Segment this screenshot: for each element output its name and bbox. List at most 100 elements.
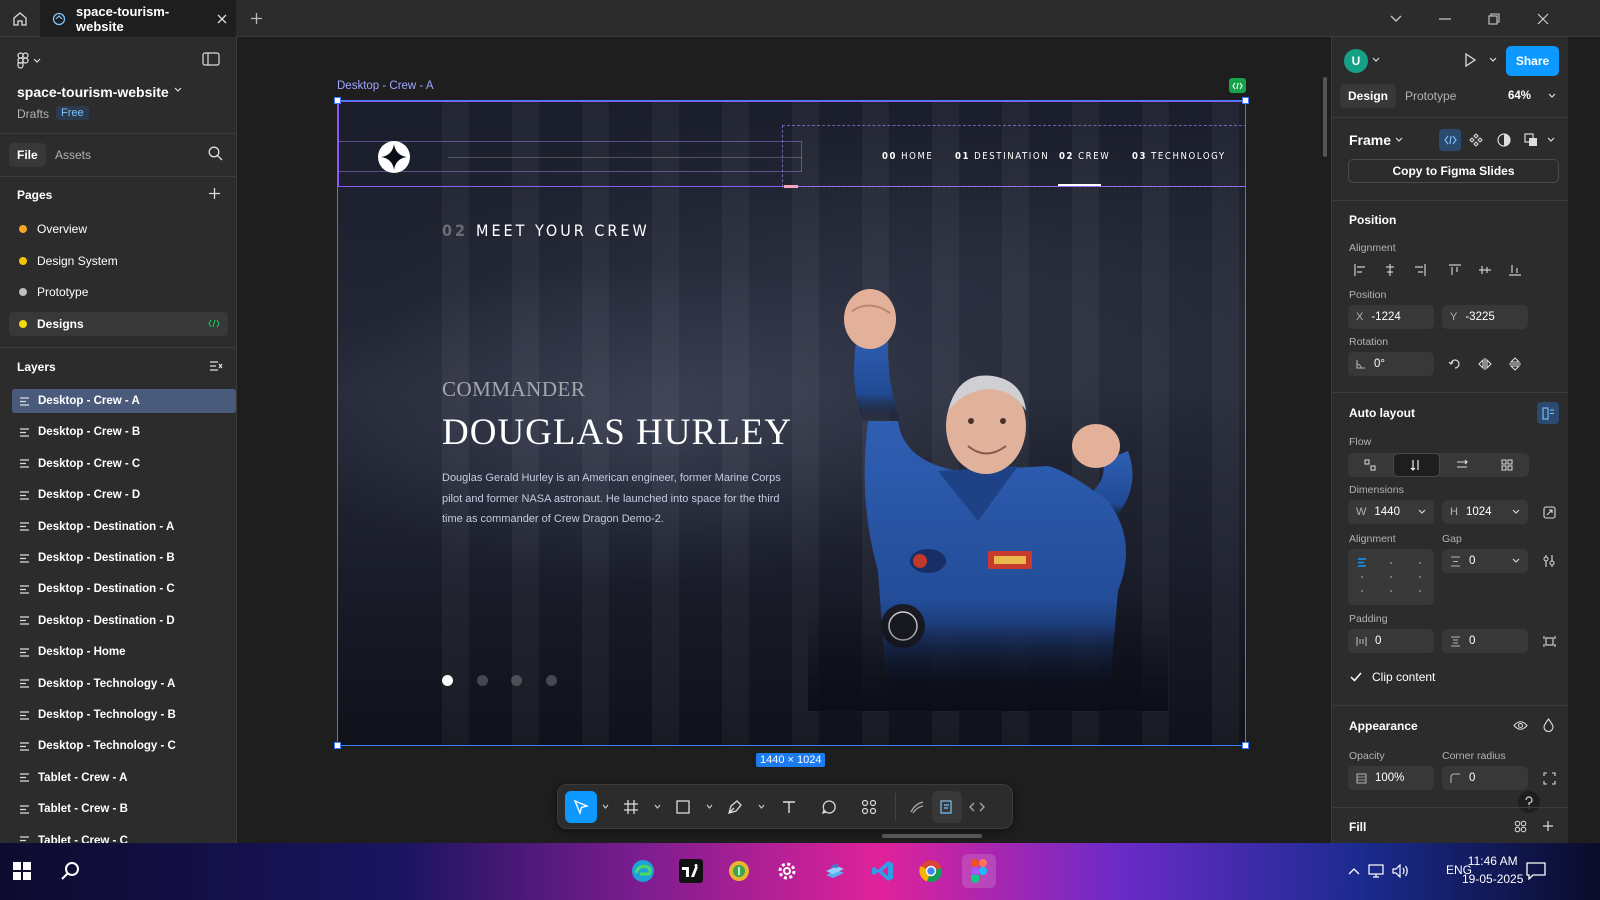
restore-button[interactable] [1470, 0, 1518, 37]
horizontal-scrollbar[interactable] [882, 834, 982, 838]
toggle-sidebar-button[interactable] [202, 51, 222, 71]
align-vertical-center-button[interactable] [1473, 258, 1497, 282]
add-fill-button[interactable] [1536, 814, 1560, 838]
project-menu-chevron[interactable] [174, 87, 182, 93]
home-button[interactable] [0, 0, 40, 37]
tabs-dropdown-button[interactable] [1372, 0, 1420, 37]
tradingview-app[interactable] [674, 854, 708, 888]
draw-mode-button[interactable] [902, 791, 932, 823]
comment-tool-button[interactable] [809, 791, 849, 823]
collapse-layers-button[interactable] [209, 360, 223, 372]
clock[interactable]: 11:46 AM 19-05-2025 [1462, 852, 1523, 888]
close-window-button[interactable] [1519, 0, 1567, 37]
tab-file[interactable]: File [9, 143, 46, 167]
rotate-90-button[interactable] [1443, 352, 1467, 376]
individual-padding-button[interactable] [1537, 629, 1561, 653]
resize-handle[interactable] [334, 97, 341, 104]
copy-to-slides-button[interactable]: Copy to Figma Slides [1348, 159, 1559, 183]
page-item-prototype[interactable]: Prototype [9, 280, 228, 304]
help-button[interactable] [1518, 791, 1540, 813]
resize-handle[interactable] [1242, 742, 1249, 749]
file-tab-active[interactable]: space-tourism-website [40, 0, 236, 37]
layer-item[interactable]: Desktop - Crew - B [12, 420, 236, 444]
actions-button[interactable] [849, 791, 889, 823]
width-field[interactable]: W 1440 [1348, 500, 1434, 524]
settings-app[interactable] [770, 854, 804, 888]
zoom-menu-chevron[interactable] [1548, 93, 1556, 99]
shape-tool-button[interactable] [665, 791, 701, 823]
pen-tool-menu[interactable] [753, 791, 769, 823]
corner-radius-field[interactable]: 0 [1442, 766, 1528, 790]
avatar[interactable]: U [1344, 49, 1368, 73]
nav-link-crew[interactable]: 02 CREW [1059, 151, 1110, 162]
height-field[interactable]: H 1024 [1442, 500, 1528, 524]
minimize-button[interactable] [1421, 0, 1469, 37]
layer-item[interactable]: Tablet - Crew - C [12, 829, 236, 843]
boolean-menu-chevron[interactable] [1547, 137, 1555, 143]
page-item-designs[interactable]: Designs [9, 311, 228, 336]
autolayout-settings-button[interactable] [1537, 549, 1561, 573]
vertical-scrollbar[interactable] [1323, 77, 1327, 157]
gap-field[interactable]: 0 [1442, 549, 1528, 573]
search-button[interactable] [54, 854, 88, 888]
y-position-field[interactable]: Y -3225 [1442, 305, 1528, 329]
carousel-dot[interactable] [442, 675, 453, 686]
tray-overflow-button[interactable] [1344, 854, 1364, 888]
flip-vertical-button[interactable] [1503, 352, 1527, 376]
zoom-level[interactable]: 64% [1508, 84, 1531, 108]
chrome-app[interactable] [914, 854, 948, 888]
layer-item[interactable]: Desktop - Crew - C [12, 452, 236, 476]
flow-horizontal-option[interactable] [1440, 453, 1485, 477]
avatar-menu-chevron[interactable] [1372, 57, 1380, 63]
align-bottom-button[interactable] [1503, 258, 1527, 282]
figma-app[interactable] [962, 854, 996, 888]
share-button[interactable]: Share [1506, 46, 1559, 76]
frame-type-dropdown[interactable]: Frame [1349, 132, 1391, 148]
layer-item[interactable]: Desktop - Crew - D [12, 483, 236, 507]
tab-design[interactable]: Design [1340, 84, 1397, 108]
nav-link-technology[interactable]: 03 TECHNOLOGY [1132, 151, 1226, 162]
alignment-grid[interactable] [1348, 549, 1434, 605]
resize-handle[interactable] [334, 742, 341, 749]
visibility-button[interactable] [1508, 713, 1532, 737]
clip-content-checkbox[interactable] [1349, 670, 1363, 684]
flip-horizontal-button[interactable] [1473, 352, 1497, 376]
flow-wrap-option[interactable] [1484, 453, 1529, 477]
padding-vertical-field[interactable]: 0 [1442, 629, 1528, 653]
search-layers-button[interactable] [208, 146, 223, 161]
layer-item[interactable]: Desktop - Technology - C [12, 734, 236, 758]
carousel-dot[interactable] [545, 675, 557, 686]
crew-portrait-image[interactable] [808, 271, 1168, 711]
resize-handle[interactable] [1242, 97, 1249, 104]
align-horizontal-center-button[interactable] [1378, 258, 1402, 282]
shape-tool-menu[interactable] [701, 791, 717, 823]
move-tool-menu[interactable] [597, 791, 613, 823]
design-mode-button[interactable] [932, 790, 962, 823]
resize-to-fit-button[interactable] [1537, 500, 1561, 524]
present-button[interactable] [1463, 53, 1477, 67]
tab-prototype[interactable]: Prototype [1405, 84, 1456, 108]
mask-button[interactable] [1497, 133, 1511, 147]
layer-item[interactable]: Desktop - Destination - C [12, 577, 236, 601]
text-tool-button[interactable] [769, 791, 809, 823]
nav-link-home[interactable]: 00 HOME [882, 151, 933, 162]
nav-link-destination[interactable]: 01 DESTINATION [955, 151, 1049, 162]
padding-horizontal-field[interactable]: 0 [1348, 629, 1434, 653]
layer-item[interactable]: Desktop - Destination - B [12, 546, 236, 570]
page-item-design-system[interactable]: Design System [9, 249, 228, 273]
layer-item[interactable]: Desktop - Technology - A [12, 672, 236, 696]
dev-mode-toggle[interactable] [1439, 129, 1461, 151]
align-left-button[interactable] [1348, 258, 1372, 282]
frame-label[interactable]: Desktop - Crew - A [337, 80, 434, 92]
boolean-button[interactable] [1524, 133, 1538, 147]
carousel-dot[interactable] [476, 675, 488, 686]
start-button[interactable] [5, 854, 39, 888]
dev-mode-button[interactable] [962, 791, 992, 823]
opacity-field[interactable]: 100% [1348, 766, 1434, 790]
layer-item[interactable]: Desktop - Destination - A [12, 515, 236, 539]
component-button[interactable] [1469, 133, 1483, 147]
notifications-button[interactable] [1519, 854, 1553, 888]
frame-tool-menu[interactable] [649, 791, 665, 823]
close-tab-button[interactable] [208, 0, 236, 37]
fill-styles-button[interactable] [1508, 814, 1532, 838]
